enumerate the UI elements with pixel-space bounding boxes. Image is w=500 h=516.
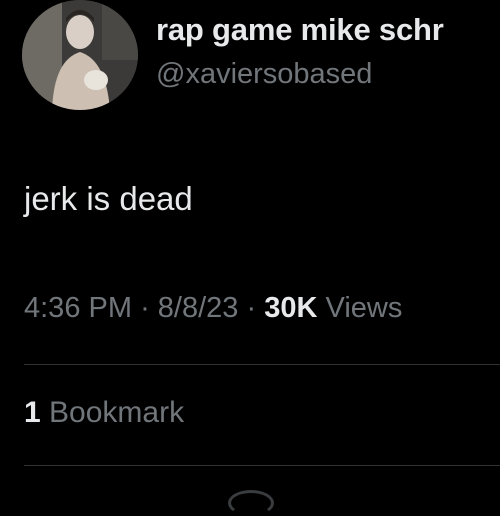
avatar[interactable] <box>22 0 138 110</box>
tweet-time[interactable]: 4:36 PM <box>24 292 132 324</box>
meta-separator: · <box>246 292 257 324</box>
tweet-text: jerk is dead <box>24 180 193 217</box>
views-count[interactable]: 30K <box>264 292 317 324</box>
bookmark-label: Bookmark <box>49 396 185 429</box>
bookmark-count: 1 <box>24 396 41 429</box>
tweet-date[interactable]: 8/8/23 <box>158 292 239 324</box>
tweet-metadata: 4:36 PM · 8/8/23 · 30K Views <box>24 292 402 325</box>
divider <box>24 364 500 365</box>
display-name[interactable]: rap game mike schr <box>156 12 444 48</box>
bookmarks-stat[interactable]: 1 Bookmark <box>24 396 184 430</box>
reply-icon[interactable] <box>228 490 274 516</box>
divider <box>24 465 500 466</box>
tweet-card: rap game mike schr @xaviersobased jerk i… <box>0 0 500 516</box>
views-label: Views <box>325 292 403 324</box>
meta-separator: · <box>140 292 150 324</box>
avatar-photo <box>22 0 138 110</box>
user-handle[interactable]: @xaviersobased <box>156 58 372 91</box>
